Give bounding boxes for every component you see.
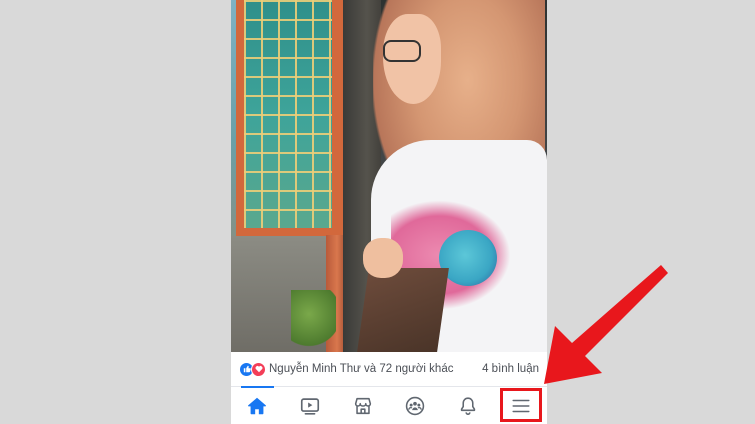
video-icon	[300, 398, 320, 415]
bell-icon	[460, 397, 476, 416]
post-reactions-bar: Nguyễn Minh Thư và 72 người khác 4 bình …	[231, 352, 547, 386]
red-arrow-icon	[544, 265, 668, 384]
comments-count-link[interactable]: 4 bình luận	[482, 363, 539, 375]
tab-notifications[interactable]	[442, 387, 495, 424]
marketplace-icon	[354, 397, 371, 415]
reactors-link[interactable]: Nguyễn Minh Thư và 72 người khác	[269, 363, 482, 375]
reaction-icons[interactable]	[239, 361, 266, 377]
groups-icon	[406, 396, 425, 416]
tab-marketplace[interactable]	[336, 387, 389, 424]
menu-highlight-box	[500, 388, 542, 422]
love-reaction-icon	[251, 361, 266, 377]
post-photo[interactable]	[231, 0, 547, 352]
tab-watch[interactable]	[284, 387, 337, 424]
phone-screen: Nguyễn Minh Thư và 72 người khác 4 bình …	[231, 0, 547, 424]
home-icon	[248, 397, 267, 415]
tab-groups[interactable]	[389, 387, 442, 424]
tab-home[interactable]	[231, 386, 284, 424]
